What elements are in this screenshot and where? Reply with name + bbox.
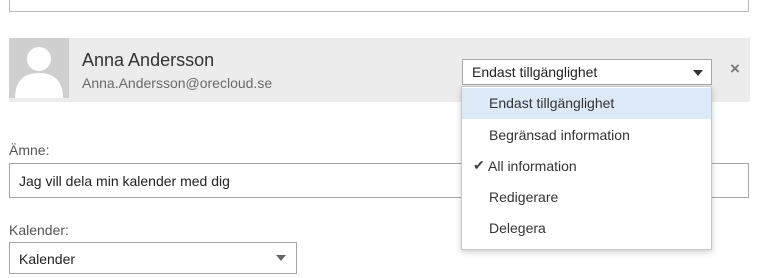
chevron-down-icon: [693, 70, 703, 76]
calendar-label: Kalender:: [9, 222, 69, 238]
menu-item-label: All information: [488, 158, 577, 174]
calendar-select[interactable]: Kalender: [9, 242, 297, 274]
calendar-select-value: Kalender: [19, 251, 76, 267]
recipient-name: Anna Andersson: [82, 50, 215, 70]
menu-item-label: Redigerare: [489, 189, 559, 205]
menu-item-begransad-information[interactable]: Begränsad information: [462, 120, 711, 151]
subject-input-value: Jag vill dela min kalender med dig: [19, 173, 230, 189]
subject-label: Ämne:: [9, 142, 50, 158]
chevron-down-icon: [276, 255, 286, 261]
menu-item-delegera[interactable]: Delegera: [462, 213, 711, 244]
checkmark-icon: ✔: [473, 157, 485, 173]
previous-field-input[interactable]: [9, 0, 749, 12]
menu-item-endast-tillganglighet[interactable]: Endast tillgänglighet: [462, 88, 711, 119]
menu-item-redigerare[interactable]: Redigerare: [462, 182, 711, 213]
avatar-icon: [9, 38, 69, 98]
close-icon[interactable]: ×: [728, 60, 742, 78]
permission-dropdown-menu: Endast tillgänglighet Begränsad informat…: [461, 86, 712, 250]
menu-item-all-information[interactable]: ✔ All information: [462, 151, 711, 182]
recipient-email: Anna.Andersson@orecloud.se: [82, 75, 273, 91]
menu-item-label: Endast tillgänglighet: [489, 95, 615, 111]
menu-item-label: Begränsad information: [489, 127, 630, 143]
menu-item-label: Delegera: [489, 220, 546, 236]
permission-select[interactable]: Endast tillgänglighet: [462, 59, 712, 85]
permission-select-value: Endast tillgänglighet: [472, 64, 598, 80]
